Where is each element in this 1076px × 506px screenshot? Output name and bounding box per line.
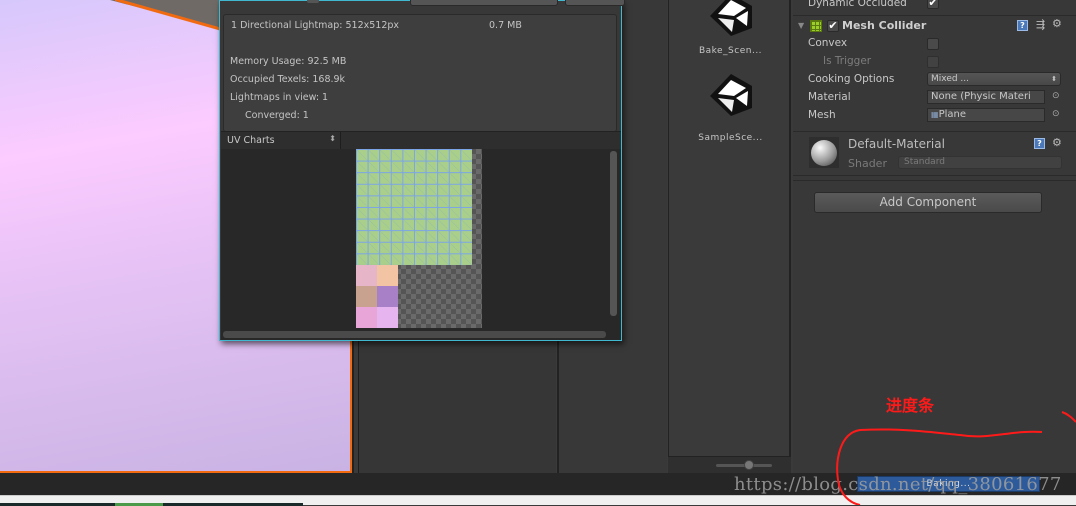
occupied-texels: Occupied Texels: 168.9k (230, 74, 346, 85)
unity-scene-icon (709, 0, 752, 36)
add-component-button[interactable]: Add Component (814, 192, 1042, 213)
lightmap-info-panel: 1 Directional Lightmap: 512x512px 0.7 MB… (223, 14, 617, 132)
mesh-collider-enabled-checkbox[interactable]: ✔ (827, 20, 839, 32)
gear-icon[interactable]: ⚙ (1052, 17, 1062, 30)
dynamic-occluded-label: Dynamic Occluded (808, 0, 907, 9)
asset-item[interactable]: Bake_Scen... (669, 0, 792, 56)
taskbar-strip (0, 495, 1076, 506)
updown-arrow-icon: ⬍ (1051, 75, 1057, 83)
shader-value: Standard (904, 157, 945, 167)
lightmap-size: 0.7 MB (489, 20, 522, 31)
convex-checkbox[interactable] (927, 38, 939, 50)
material-field[interactable]: None (Physic Materi (927, 90, 1045, 104)
lighting-window: 1 Directional Lightmap: 512x512px 0.7 MB… (219, 0, 625, 341)
dynamic-occluded-checkbox[interactable]: ✔ (927, 0, 939, 9)
sphere-icon (811, 140, 837, 166)
toggle-button[interactable] (307, 0, 319, 3)
asset-item[interactable]: SampleSce... (669, 72, 792, 143)
force-stop-button[interactable] (410, 0, 558, 6)
gear-icon[interactable]: ⚙ (1052, 136, 1062, 149)
slider-handle[interactable] (744, 460, 754, 470)
mesh-value: Plane (938, 109, 966, 120)
converged: Converged: 1 (245, 110, 309, 121)
vertical-scrollbar[interactable] (610, 151, 617, 316)
object-picker-icon[interactable]: ⊙ (1052, 91, 1060, 101)
foldout-arrow-icon[interactable]: ▼ (798, 21, 804, 30)
is-trigger-label: Is Trigger (823, 55, 872, 67)
asset-name: SampleSce... (698, 133, 763, 143)
help-icon[interactable]: ? (1017, 20, 1028, 31)
cooking-options-value: Mixed ... (931, 74, 970, 84)
selection-outline (115, 0, 225, 31)
uv-preview[interactable] (221, 149, 621, 340)
mesh-collider-icon (810, 20, 822, 32)
generate-button[interactable] (565, 0, 625, 6)
lightmaps-in-view: Lightmaps in view: 1 (230, 92, 329, 103)
cooking-options-label: Cooking Options (808, 73, 895, 85)
unity-scene-icon (709, 74, 752, 116)
preset-icon[interactable]: ⇶ (1036, 18, 1045, 31)
convex-label: Convex (808, 37, 848, 49)
mesh-field[interactable]: ▦Plane (927, 108, 1045, 122)
icon-size-slider[interactable] (668, 456, 791, 473)
uv-toolbar: UV Charts ⬍ (221, 131, 621, 150)
material-label: Material (808, 91, 851, 103)
annotation-label: 进度条 (886, 396, 935, 415)
shader-dropdown[interactable]: Standard (898, 156, 1062, 169)
mesh-icon: ▦ (931, 110, 939, 119)
view-mode-value: UV Charts (227, 135, 275, 146)
lightmap-texture (356, 149, 482, 328)
is-trigger-checkbox (927, 56, 939, 68)
material-name: Default-Material (848, 137, 945, 151)
component-title: Mesh Collider (842, 19, 927, 32)
help-icon[interactable]: ? (1034, 138, 1045, 149)
mesh-label: Mesh (808, 109, 836, 121)
cooking-options-dropdown[interactable]: Mixed ... ⬍ (927, 72, 1061, 86)
inspector-panel: Dynamic Occluded ✔ ▼ ✔ Mesh Collider ? ⇶… (793, 0, 1076, 473)
view-mode-dropdown[interactable]: UV Charts ⬍ (221, 132, 341, 150)
project-assets-panel: Bake_Scen... SampleSce... (668, 0, 791, 473)
asset-name: Bake_Scen... (698, 46, 763, 56)
horizontal-scrollbar[interactable] (223, 331, 606, 338)
lightmap-line: 1 Directional Lightmap: 512x512px (231, 20, 400, 31)
object-picker-icon[interactable]: ⊙ (1052, 109, 1060, 119)
uv-chart-plane (356, 149, 472, 265)
material-preview[interactable] (809, 137, 839, 168)
shader-label: Shader (848, 157, 887, 170)
updown-arrow-icon: ⬍ (329, 134, 336, 143)
watermark: https://blog.csdn.net/qq_38061677 (734, 474, 1062, 495)
memory-usage: Memory Usage: 92.5 MB (230, 56, 347, 67)
